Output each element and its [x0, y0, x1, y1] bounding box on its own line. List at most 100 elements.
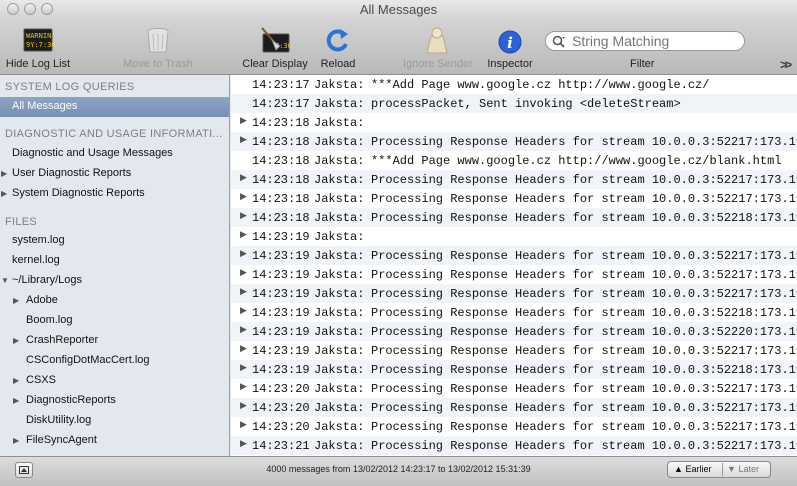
filter-search-field[interactable] [545, 31, 745, 51]
log-row[interactable]: 14:23:17 Jaksta: ***Add Page www.google.cz… [231, 75, 797, 94]
sidebar-item-kernel-log[interactable]: kernel.log [0, 251, 229, 271]
disclosure-triangle-icon[interactable]: ▶ [240, 363, 247, 373]
disclosure-triangle-icon[interactable]: ▶ [240, 287, 247, 297]
log-row[interactable]: ▶ 14:23:19 Jaksta: Processing Response Head… [231, 284, 797, 303]
log-time: 14:23:19 [252, 306, 310, 320]
disclosure-triangle-icon[interactable]: ▶ [240, 439, 247, 449]
log-row[interactable]: ▶ 14:23:19 Jaksta: Processing Response Head… [231, 360, 797, 379]
filter-label: Filter [630, 58, 655, 70]
log-row[interactable]: ▶ 14:23:19 Jaksta: [231, 227, 797, 246]
disclosure-triangle-icon[interactable]: ▶ [13, 396, 19, 405]
hide-log-list-label: Hide Log List [5, 58, 71, 70]
disclosure-triangle-icon[interactable]: ▶ [13, 376, 19, 385]
disclosure-triangle-icon[interactable]: ▶ [240, 268, 247, 278]
log-row[interactable]: ▶ 14:23:19 Jaksta: Processing Response Head… [231, 341, 797, 360]
section-header-queries: SYSTEM LOG QUERIES [5, 81, 135, 93]
sidebar-item-filesyncagent[interactable]: ▶ FileSyncAgent [0, 431, 229, 451]
sidebar-item-diagnostic-usage[interactable]: Diagnostic and Usage Messages [0, 144, 229, 164]
log-row[interactable]: ▶ 14:23:20 Jaksta: Processing Response Head… [231, 417, 797, 436]
disclosure-triangle-icon[interactable]: ▶ [240, 249, 247, 259]
svg-text:WARNIN: WARNIN [26, 32, 51, 40]
filter-input[interactable] [572, 33, 737, 49]
disclosure-triangle-icon[interactable]: ▶ [240, 135, 247, 145]
disclosure-triangle-open-icon[interactable]: ▼ [1, 276, 9, 285]
sidebar: SYSTEM LOG QUERIES All Messages DIAGNOST… [0, 75, 230, 456]
disclosure-triangle-icon[interactable]: ▶ [240, 401, 247, 411]
log-message: Processing Response Headers for stream 1… [371, 363, 797, 377]
sidebar-item-user-diagnostic-reports[interactable]: ▶ User Diagnostic Reports [0, 164, 229, 184]
disclosure-triangle-icon[interactable]: ▶ [1, 169, 7, 178]
disclosure-triangle-icon[interactable]: ▶ [13, 336, 19, 345]
earlier-label: Earlier [685, 464, 712, 474]
log-row[interactable]: ▶ 14:23:20 Jaksta: Processing Response Head… [231, 398, 797, 417]
sidebar-item-label: CrashReporter [26, 334, 99, 346]
sidebar-item-boom-log[interactable]: Boom.log [0, 311, 229, 331]
log-sender: Jaksta: [314, 420, 365, 434]
log-row[interactable]: ▶ 14:23:18 Jaksta: [231, 113, 797, 132]
log-message: Processing Response Headers for stream 1… [371, 135, 797, 149]
log-row[interactable]: ▶ 14:23:19 Jaksta: Processing Response Head… [231, 265, 797, 284]
sidebar-item-diagnosticreports[interactable]: ▶ DiagnosticReports [0, 391, 229, 411]
log-row[interactable]: ▶ 14:23:18 Jaksta: Processing Response Head… [231, 132, 797, 151]
log-time: 14:23:18 [252, 116, 310, 130]
sidebar-item-system-log[interactable]: system.log [0, 231, 229, 251]
disclosure-triangle-icon[interactable]: ▶ [240, 325, 247, 335]
disclosure-triangle-icon[interactable]: ▶ [240, 382, 247, 392]
log-time: 14:23:18 [252, 211, 310, 225]
log-row[interactable]: ▶ 14:23:19 Jaksta: Processing Response Head… [231, 246, 797, 265]
log-row[interactable]: ▶ 14:23:19 Jaksta: Processing Response Head… [231, 322, 797, 341]
log-sender: Jaksta: [314, 173, 365, 187]
log-time: 14:23:19 [252, 268, 310, 282]
log-time: 14:23:18 [252, 192, 310, 206]
disclosure-triangle-icon[interactable]: ▶ [240, 211, 247, 221]
log-time: 14:23:18 [252, 135, 310, 149]
disclosure-triangle-icon[interactable]: ▶ [240, 116, 247, 126]
sidebar-item-adobe[interactable]: ▶ Adobe [0, 291, 229, 311]
log-message: Processing Response Headers for stream 1… [371, 420, 797, 434]
log-row[interactable]: 14:23:18 Jaksta: ***Add Page www.google.cz… [231, 151, 797, 170]
sidebar-item-system-diagnostic-reports[interactable]: ▶ System Diagnostic Reports [0, 184, 229, 204]
disclosure-triangle-icon[interactable]: ▶ [13, 296, 19, 305]
sidebar-item-csconfig-log[interactable]: CSConfigDotMacCert.log [0, 351, 229, 371]
log-row[interactable]: ▶ 14:23:18 Jaksta: Processing Response Head… [231, 170, 797, 189]
log-row[interactable]: ▶ 14:23:19 Jaksta: Processing Response Head… [231, 303, 797, 322]
disclosure-triangle-icon[interactable]: ▶ [240, 420, 247, 430]
log-sender: Jaksta: [314, 306, 365, 320]
disclosure-triangle-icon[interactable]: ▶ [13, 436, 19, 445]
sidebar-item-csxs[interactable]: ▶ CSXS [0, 371, 229, 391]
earlier-button[interactable]: ▲ Earlier [674, 464, 711, 474]
later-button[interactable]: ▼ Later [727, 464, 759, 474]
log-time: 14:23:17 [252, 97, 310, 111]
log-row[interactable]: 14:23:17 Jaksta: processPacket, Sent invok… [231, 94, 797, 113]
reload-label: Reload [320, 58, 356, 70]
disclosure-triangle-icon[interactable]: ▶ [240, 192, 247, 202]
log-sender: Jaksta: [314, 344, 365, 358]
section-header-files: FILES [5, 216, 38, 228]
sidebar-item-all-messages[interactable]: All Messages [0, 97, 229, 117]
log-row[interactable]: ▶ 14:23:20 Jaksta: Processing Response Head… [231, 379, 797, 398]
toolbar-overflow-icon[interactable]: >> [780, 57, 792, 72]
sidebar-item-label: CSXS [26, 374, 56, 386]
sidebar-item-label: CSConfigDotMacCert.log [26, 354, 150, 366]
log-message: Processing Response Headers for stream 1… [371, 173, 797, 187]
log-message: ***Add Page www.google.cz http://www.goo… [371, 78, 710, 92]
sidebar-item-crashreporter[interactable]: ▶ CrashReporter [0, 331, 229, 351]
log-message-list[interactable]: 14:23:17 Jaksta: ***Add Page www.google.cz… [231, 75, 797, 456]
log-time: 14:23:19 [252, 344, 310, 358]
log-row[interactable]: ▶ 14:23:18 Jaksta: Processing Response Head… [231, 208, 797, 227]
sidebar-item-label: DiskUtility.log [26, 414, 92, 426]
disclosure-triangle-icon[interactable]: ▶ [240, 173, 247, 183]
sidebar-item-library-logs[interactable]: ▼ ~/Library/Logs [0, 271, 229, 291]
log-row[interactable]: ▶ 14:23:21 Jaksta: Processing Response Head… [231, 436, 797, 455]
log-sender: Jaksta: [314, 116, 365, 130]
sidebar-item-diskutility-log[interactable]: DiskUtility.log [0, 411, 229, 431]
disclosure-triangle-icon[interactable]: ▶ [240, 306, 247, 316]
disclosure-triangle-icon[interactable]: ▶ [1, 189, 7, 198]
sidebar-item-label: Diagnostic and Usage Messages [12, 147, 173, 159]
log-row[interactable]: ▶ 14:23:18 Jaksta: Processing Response Head… [231, 189, 797, 208]
log-message: Processing Response Headers for stream 1… [371, 306, 797, 320]
log-sender: Jaksta: [314, 401, 365, 415]
disclosure-triangle-icon[interactable]: ▶ [240, 230, 247, 240]
log-time: 14:23:18 [252, 154, 310, 168]
disclosure-triangle-icon[interactable]: ▶ [240, 344, 247, 354]
